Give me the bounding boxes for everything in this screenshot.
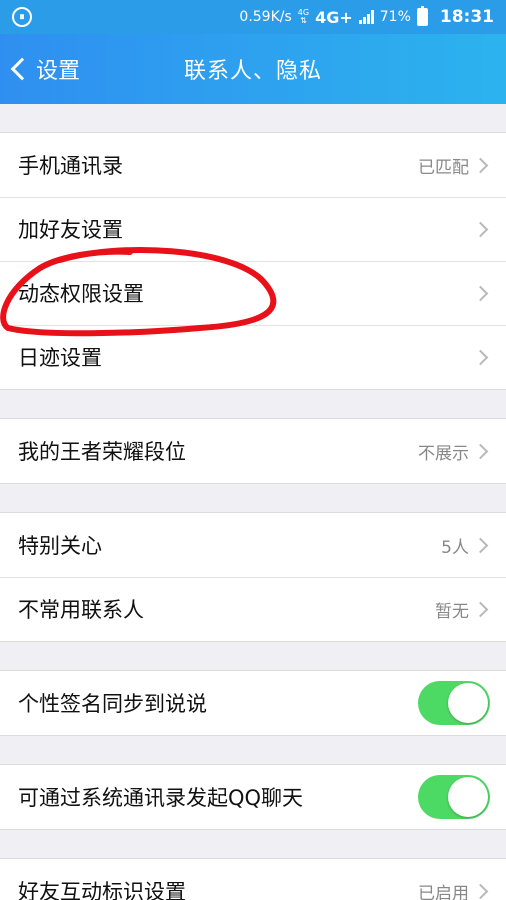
row-label: 个性签名同步到说说 [18, 692, 207, 716]
notification-icon: ⏸ [12, 7, 32, 27]
settings-group: 手机通讯录 已匹配 加好友设置 动态权限设置 日迹设置 [0, 132, 506, 390]
chevron-right-icon [472, 883, 489, 899]
row-value: 已匹配 [418, 157, 469, 178]
diary-settings-row[interactable]: 日迹设置 [0, 325, 506, 389]
battery-percent: 71% [379, 9, 411, 25]
chevron-right-icon [472, 537, 489, 553]
nav-bar: 设置 联系人、隐私 [0, 34, 506, 104]
row-value: 暂无 [435, 601, 469, 622]
row-value: 已启用 [418, 883, 469, 900]
row-label: 动态权限设置 [18, 282, 144, 306]
network-small-label: 4G [297, 8, 310, 17]
chevron-right-icon [472, 285, 489, 301]
qq-chat-toggle[interactable] [418, 775, 490, 819]
row-label: 日迹设置 [18, 346, 102, 370]
battery-icon [416, 6, 428, 26]
settings-group: 特别关心 5人 不常用联系人 暂无 [0, 512, 506, 642]
signature-sync-toggle[interactable] [418, 681, 490, 725]
settings-group: 可通过系统通讯录发起QQ聊天 [0, 764, 506, 830]
row-value: 5人 [441, 537, 469, 558]
chevron-right-icon [472, 157, 489, 173]
network-speed: 0.59K/s [239, 9, 292, 25]
settings-group: 好友互动标识设置 已启用 [0, 858, 506, 900]
interaction-marks-row[interactable]: 好友互动标识设置 已启用 [0, 859, 506, 900]
row-label: 不常用联系人 [18, 598, 144, 622]
chevron-right-icon [472, 443, 489, 459]
network-type: 4G+ [315, 7, 353, 27]
row-label: 特别关心 [18, 534, 102, 558]
contacts-row[interactable]: 手机通讯录 已匹配 [0, 133, 506, 197]
signature-sync-row: 个性签名同步到说说 [0, 671, 506, 735]
row-value: 不展示 [418, 443, 469, 464]
infrequent-contacts-row[interactable]: 不常用联系人 暂无 [0, 577, 506, 641]
row-label: 加好友设置 [18, 218, 123, 242]
row-label: 我的王者荣耀段位 [18, 440, 186, 464]
chevron-right-icon [472, 349, 489, 365]
chevron-right-icon [472, 601, 489, 617]
row-label: 好友互动标识设置 [18, 880, 186, 900]
clock: 18:31 [439, 7, 494, 27]
status-bar: ⏸ 0.59K/s 4G ⇅ 4G+ 71% 18:31 [0, 0, 506, 34]
status-right: 0.59K/s 4G ⇅ 4G+ 71% 18:31 [239, 6, 494, 27]
settings-list: 手机通讯录 已匹配 加好友设置 动态权限设置 日迹设置 我的王者荣耀段位 不展示… [0, 104, 506, 900]
feed-permission-settings-row[interactable]: 动态权限设置 [0, 261, 506, 325]
row-label: 手机通讯录 [18, 154, 123, 178]
page-title: 联系人、隐私 [183, 59, 322, 84]
add-friend-settings-row[interactable]: 加好友设置 [0, 197, 506, 261]
special-care-row[interactable]: 特别关心 5人 [0, 513, 506, 577]
signal-icon [358, 10, 374, 24]
king-rank-row[interactable]: 我的王者荣耀段位 不展示 [0, 419, 506, 483]
data-activity-icon: 4G ⇅ [297, 8, 310, 25]
settings-group: 个性签名同步到说说 [0, 670, 506, 736]
row-label: 可通过系统通讯录发起QQ聊天 [18, 786, 304, 810]
chevron-right-icon [472, 221, 489, 237]
qq-chat-row: 可通过系统通讯录发起QQ聊天 [0, 765, 506, 829]
settings-group: 我的王者荣耀段位 不展示 [0, 418, 506, 484]
